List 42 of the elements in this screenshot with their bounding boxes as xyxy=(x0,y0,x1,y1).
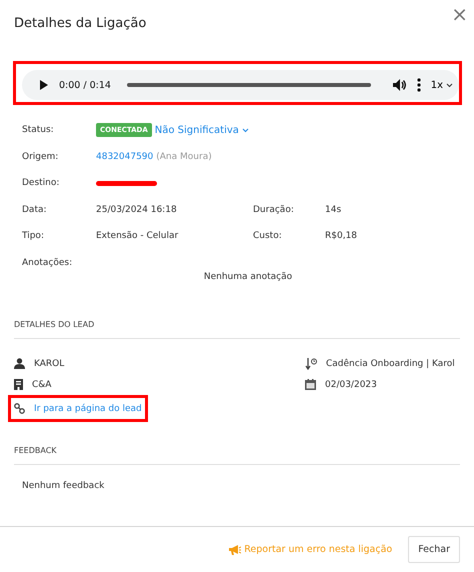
company-name: C&A xyxy=(32,380,52,390)
field-label: Data: xyxy=(22,204,48,215)
link-icon xyxy=(14,403,25,414)
contact-name: (Ana Moura) xyxy=(156,152,212,162)
lead-page-link[interactable]: Ir para a página do lead xyxy=(34,404,142,414)
cadence-icon xyxy=(305,358,317,370)
field-value: R$0,18 xyxy=(325,231,358,242)
empty-feedback-text: Nenhum feedback xyxy=(22,481,104,491)
section-heading: DETALHES DO LEAD xyxy=(14,320,460,339)
field-label: Destino: xyxy=(22,178,60,188)
empty-notes-text: Nenhuma anotação xyxy=(204,272,292,282)
close-button[interactable]: × xyxy=(451,4,468,24)
playback-time: 0:00 / 0:14 xyxy=(59,80,111,90)
field-label: Duração: xyxy=(253,204,295,215)
calendar-icon xyxy=(305,379,316,390)
chevron-down-icon xyxy=(446,82,453,88)
field-label: Tipo: xyxy=(22,231,45,242)
more-icon[interactable] xyxy=(416,78,421,92)
dialog-title: Detalhes da Ligação xyxy=(14,16,146,31)
status-dropdown[interactable]: Não Significativa xyxy=(154,124,249,136)
lead-name: KAROL xyxy=(34,358,64,368)
cadence-name: Cadência Onboarding | Karol xyxy=(326,358,455,368)
close-button[interactable]: Fechar xyxy=(408,536,460,563)
volume-icon[interactable] xyxy=(392,79,407,91)
phone-link[interactable]: 4832047590 xyxy=(96,152,154,162)
field-value: Extensão - Celular xyxy=(96,231,180,242)
play-icon[interactable] xyxy=(39,80,49,90)
field-label: Status: xyxy=(22,125,55,136)
megaphone-icon xyxy=(229,544,242,554)
field-value: 14s xyxy=(325,204,342,215)
speed-button[interactable]: 1x xyxy=(430,80,453,90)
field-label: Anotações: xyxy=(22,258,74,268)
building-icon xyxy=(14,379,23,390)
report-error-link[interactable]: Reportar um erro nesta ligação xyxy=(229,544,392,555)
section-heading: FEEDBACK xyxy=(14,446,460,465)
lead-date: 02/03/2023 xyxy=(325,380,377,390)
field-label: Origem: xyxy=(22,152,60,162)
field-value: 25/03/2024 16:18 xyxy=(96,204,178,215)
person-icon xyxy=(14,358,25,369)
redaction-mark xyxy=(96,180,157,186)
field-label: Custo: xyxy=(253,231,283,242)
chevron-down-icon xyxy=(242,128,249,133)
